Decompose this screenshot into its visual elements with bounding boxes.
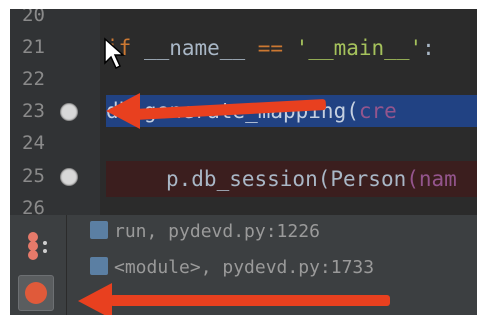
frame-icon <box>90 257 108 275</box>
debugger-panel: run, pydevd.py:1226 <module>, pydevd.py:… <box>10 215 477 315</box>
mute-breakpoints-button[interactable] <box>18 275 54 311</box>
code-arg: (nam <box>406 167 457 191</box>
line-number: 20 <box>22 9 45 26</box>
code-identifier: __name__ <box>131 36 258 60</box>
code-line-21[interactable]: if __name__ == '__main__': <box>106 34 477 62</box>
stack-frame-label: run, pydevd.py:1226 <box>114 221 320 242</box>
code-class: Person <box>330 167 407 191</box>
code-punct: ( <box>317 167 331 191</box>
code-punct: : <box>422 36 435 60</box>
stack-frame[interactable]: run, pydevd.py:1226 <box>90 221 320 243</box>
debugger-toolbar <box>10 215 67 315</box>
breakpoint-icon[interactable] <box>60 168 78 186</box>
code-arg: cre <box>358 99 397 123</box>
mute-breakpoints-icon <box>25 282 47 304</box>
line-number: 23 <box>22 100 45 122</box>
editor-window: 20 21 22 23 24 25 26 if __name__ == '__m… <box>10 9 477 315</box>
code-call: p.db_session <box>166 167 318 191</box>
code-line-25[interactable]: p.db_session(Person(nam <box>166 165 477 193</box>
line-number: 24 <box>22 132 45 154</box>
code-string: '__main__' <box>283 36 423 60</box>
line-gutter[interactable]: 20 21 22 23 24 25 26 <box>10 9 100 218</box>
stack-frame-label: <module>, pydevd.py:1733 <box>114 257 375 278</box>
line-number: 21 <box>22 36 45 58</box>
stack-frame[interactable]: <module>, pydevd.py:1733 <box>90 257 374 279</box>
frames-icon[interactable] <box>25 231 55 261</box>
line-number: 22 <box>22 68 45 90</box>
line-number: 25 <box>22 165 45 187</box>
mouse-cursor-icon <box>104 37 125 70</box>
frame-icon <box>90 221 108 239</box>
code-operator: == <box>257 36 284 60</box>
breakpoint-icon[interactable] <box>60 103 78 121</box>
